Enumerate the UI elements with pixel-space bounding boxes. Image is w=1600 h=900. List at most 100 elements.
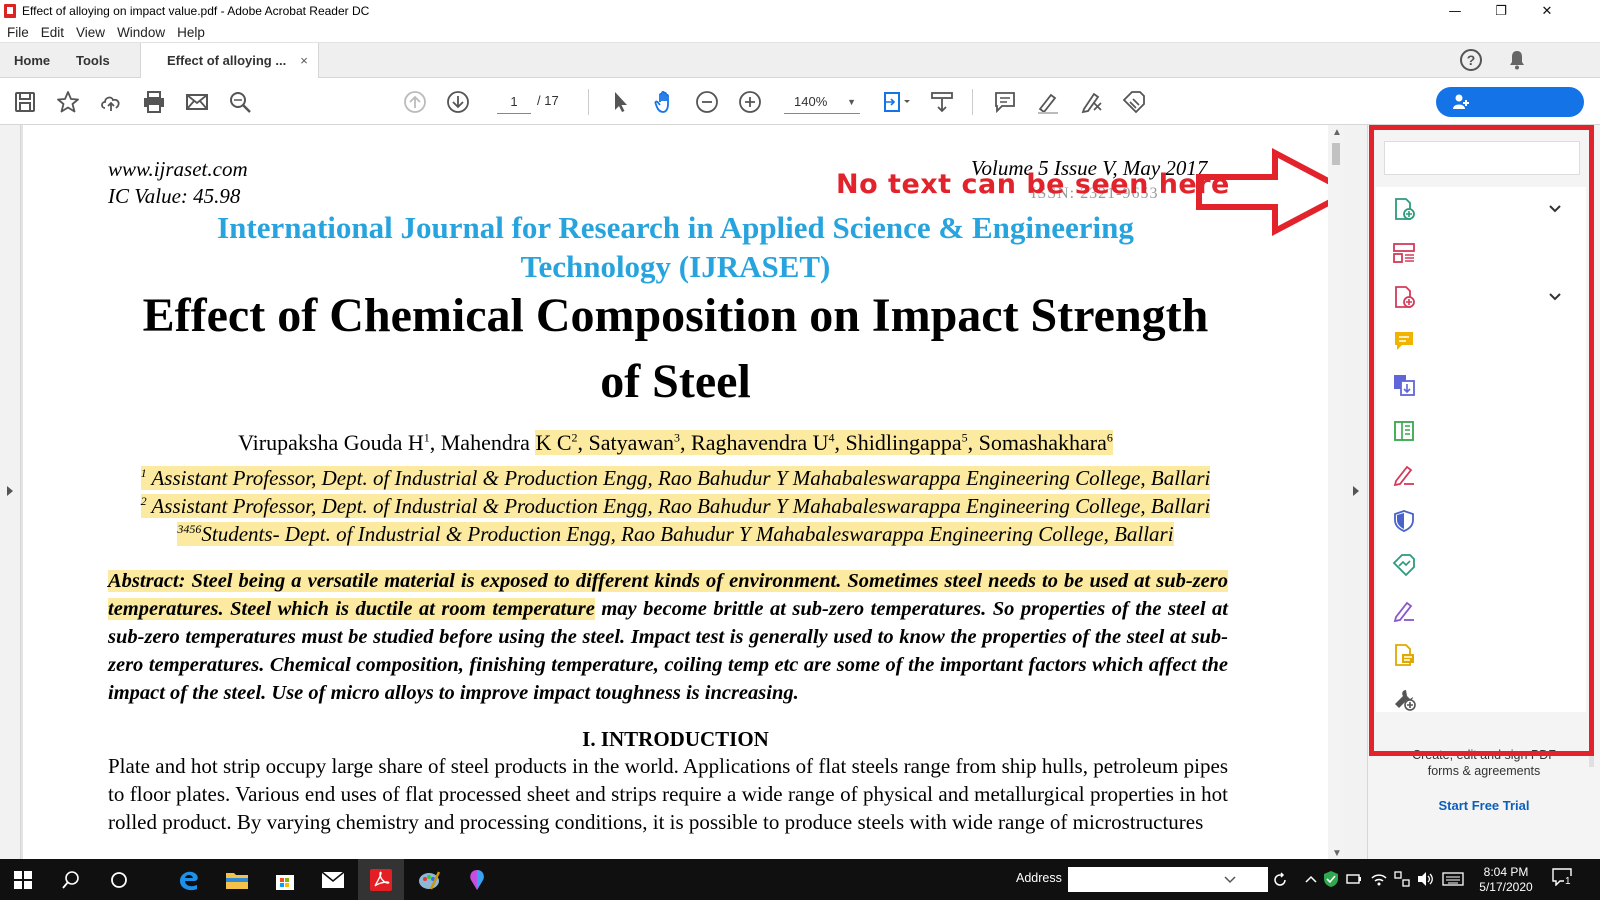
mail-icon[interactable] xyxy=(310,859,356,900)
left-panel-toggle[interactable] xyxy=(0,125,21,859)
minimize-button[interactable]: — xyxy=(1432,0,1478,22)
bookmark-star-icon[interactable] xyxy=(55,89,81,115)
highlighted-affiliation: 3456Students- Dept. of Industrial & Prod… xyxy=(177,522,1174,546)
introduction-text: Plate and hot strip occupy large share o… xyxy=(108,754,1228,834)
pdf-page: www.ijraset.com IC Value: 45.98 Volume 5… xyxy=(23,125,1355,859)
system-clock[interactable]: 8:04 PM 5/17/2020 xyxy=(1476,865,1536,895)
header-left: www.ijraset.com IC Value: 45.98 xyxy=(108,156,248,210)
page-down-icon[interactable] xyxy=(445,89,471,115)
close-window-button[interactable]: ✕ xyxy=(1524,0,1570,22)
file-explorer-icon[interactable] xyxy=(214,859,260,900)
journal-name-line-2: Technology (IJRASET) xyxy=(520,249,831,284)
hand-tool-icon[interactable] xyxy=(652,89,678,115)
upload-cloud-icon[interactable] xyxy=(98,89,124,115)
scroll-mode-icon[interactable] xyxy=(929,89,955,115)
address-input[interactable] xyxy=(1068,867,1268,892)
notification-count-badge: 1 xyxy=(1564,876,1572,887)
zoom-level-select[interactable]: 140% ▼ xyxy=(784,90,860,114)
page-total: / 17 xyxy=(537,93,559,108)
zoom-out-icon[interactable] xyxy=(694,89,720,115)
email-icon[interactable] xyxy=(184,89,210,115)
tab-bar: Home Tools Effect of alloying ... × ? xyxy=(0,42,1600,78)
paint3d-icon[interactable] xyxy=(454,859,500,900)
stamp-icon[interactable] xyxy=(1121,89,1147,115)
find-icon[interactable] xyxy=(227,89,253,115)
journal-name: International Journal for Research in Ap… xyxy=(23,208,1328,286)
introduction-heading: I. INTRODUCTION xyxy=(582,727,769,751)
author-2: K C xyxy=(535,430,572,455)
tab-close-button[interactable]: × xyxy=(300,53,308,68)
promo-line-2: forms & agreements xyxy=(1427,764,1541,778)
tab-document[interactable]: Effect of alloying ... × xyxy=(140,43,319,78)
acrobat-taskbar-icon[interactable] xyxy=(358,859,404,900)
annotation-callout-text: No text can be seen here xyxy=(836,169,1230,200)
affiliation-text: Students- Dept. of Industrial & Producti… xyxy=(201,522,1174,546)
add-user-icon xyxy=(1453,94,1469,109)
refresh-icon[interactable] xyxy=(1272,872,1288,888)
author-5: , Shidlingappa xyxy=(834,430,962,455)
zoom-level-value: 140% xyxy=(794,94,828,109)
acrobat-app-icon xyxy=(4,4,16,18)
store-icon[interactable] xyxy=(262,859,308,900)
edge-browser-icon[interactable] xyxy=(166,859,212,900)
start-free-trial-link[interactable]: Start Free Trial xyxy=(1368,798,1600,813)
volume-icon[interactable] xyxy=(1416,871,1434,887)
menu-view[interactable]: View xyxy=(76,25,105,40)
page-number-input[interactable]: 1 xyxy=(497,90,531,114)
fit-page-icon[interactable] xyxy=(880,89,914,115)
sign-icon[interactable] xyxy=(1078,89,1104,115)
scroll-down-icon[interactable]: ▼ xyxy=(1332,848,1342,859)
menu-file[interactable]: File xyxy=(7,25,29,40)
keyboard-icon[interactable] xyxy=(1442,872,1464,886)
notifications-button[interactable]: 1 xyxy=(1552,868,1580,892)
notification-bell-icon[interactable] xyxy=(1508,50,1526,70)
scrollbar-thumb[interactable] xyxy=(1332,143,1340,165)
menu-edit[interactable]: Edit xyxy=(41,25,64,40)
start-button[interactable] xyxy=(0,859,46,900)
affiliation-sup: 3456 xyxy=(177,522,202,536)
wifi-icon[interactable] xyxy=(1370,870,1388,886)
show-hidden-icons-icon[interactable] xyxy=(1305,874,1317,884)
print-icon[interactable] xyxy=(141,89,167,115)
annotation-highlight-box xyxy=(1369,125,1594,756)
affiliation-3: 3456Students- Dept. of Industrial & Prod… xyxy=(23,515,1328,548)
address-toolbar-label: Address xyxy=(1016,871,1062,885)
scroll-up-icon[interactable]: ▲ xyxy=(1332,127,1342,138)
author-sup: 6 xyxy=(1106,430,1113,445)
author-6: , Somashakhara xyxy=(967,430,1107,455)
journal-name-line-1: International Journal for Research in Ap… xyxy=(217,210,1134,245)
title-bar: Effect of alloying on impact value.pdf -… xyxy=(0,0,1600,22)
help-icon[interactable]: ? xyxy=(1460,49,1482,71)
task-view-icon[interactable] xyxy=(96,859,142,900)
restore-button[interactable]: ❐ xyxy=(1478,0,1524,22)
chevron-down-icon[interactable] xyxy=(1224,875,1236,884)
highlight-icon[interactable] xyxy=(1035,89,1061,115)
expand-left-icon xyxy=(7,486,13,496)
share-button[interactable] xyxy=(1436,87,1584,117)
author-3: , Satyawan xyxy=(577,430,675,455)
window-title: Effect of alloying on impact value.pdf -… xyxy=(22,4,370,18)
page-up-icon[interactable] xyxy=(402,89,428,115)
menu-help[interactable]: Help xyxy=(177,25,205,40)
search-icon[interactable] xyxy=(48,859,94,900)
tab-tools[interactable]: Tools xyxy=(76,43,110,78)
battery-icon[interactable] xyxy=(1346,872,1362,886)
ic-value: IC Value: 45.98 xyxy=(108,184,241,208)
highlighted-authors: K C2, Satyawan3, Raghavendra U4, Shidlin… xyxy=(535,430,1113,455)
comment-icon[interactable] xyxy=(992,89,1018,115)
windows-taskbar: Address 8:04 PM 5/17/2020 1 xyxy=(0,859,1600,900)
save-icon[interactable] xyxy=(12,89,38,115)
tab-home[interactable]: Home xyxy=(14,43,50,78)
chevron-down-icon: ▼ xyxy=(847,97,856,107)
security-shield-icon[interactable] xyxy=(1323,870,1339,888)
paint-icon[interactable] xyxy=(406,859,452,900)
vertical-scrollbar[interactable]: ▲ ▼ xyxy=(1328,125,1344,859)
document-area: www.ijraset.com IC Value: 45.98 Volume 5… xyxy=(0,125,1368,859)
menu-window[interactable]: Window xyxy=(117,25,165,40)
network-icon[interactable] xyxy=(1394,871,1410,887)
select-cursor-icon[interactable] xyxy=(608,89,634,115)
paper-title-line-2: of Steel xyxy=(600,355,751,408)
right-panel-toggle[interactable] xyxy=(1344,125,1368,859)
clock-time: 8:04 PM xyxy=(1483,865,1529,879)
zoom-in-icon[interactable] xyxy=(737,89,763,115)
